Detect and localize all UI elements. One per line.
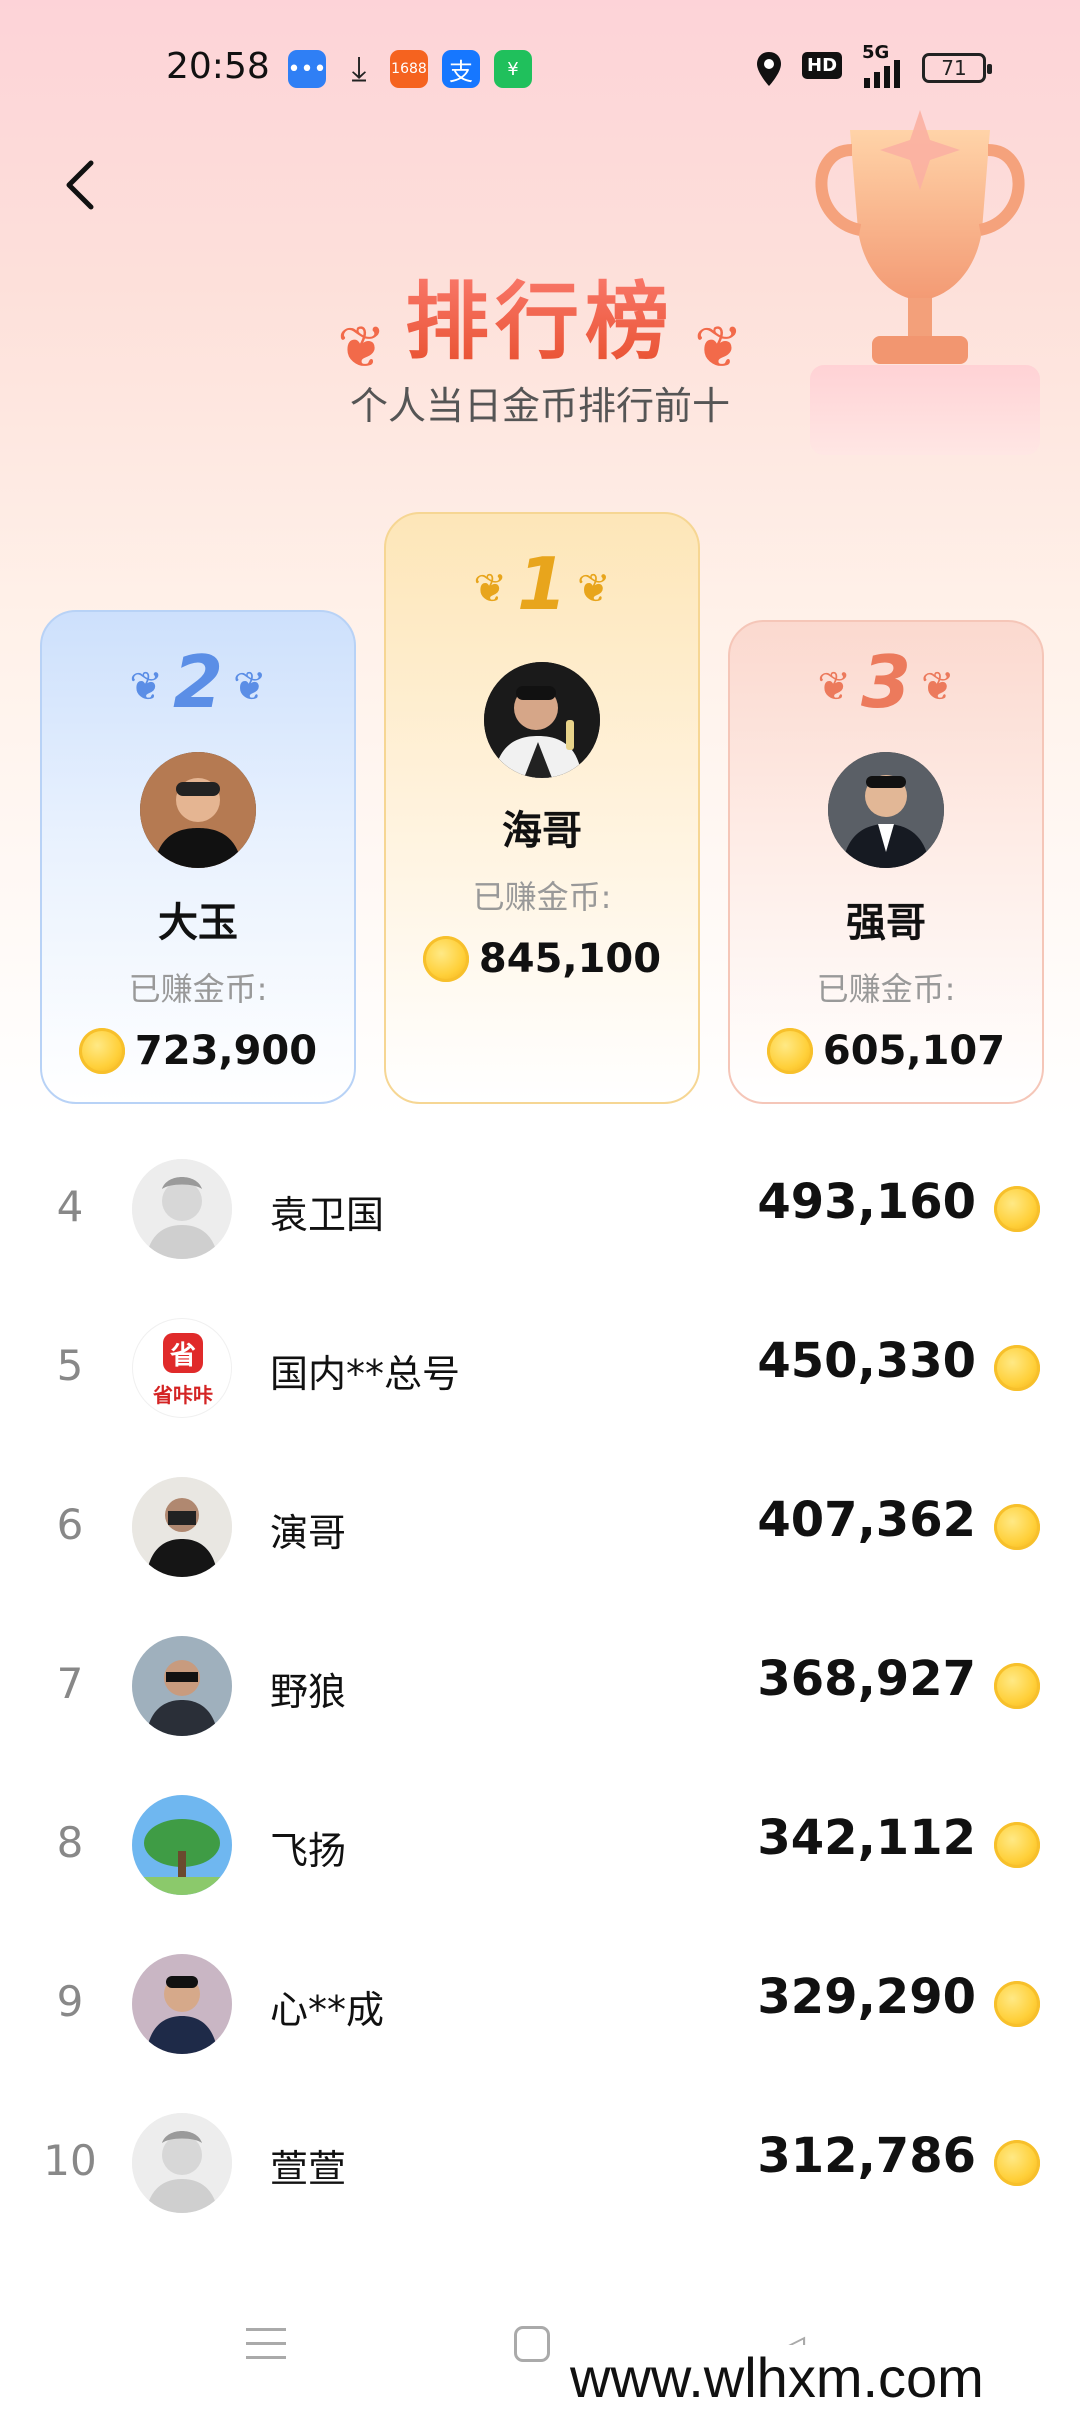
list-item[interactable]: 5 省 省咔咔 国内**总号 450,330 bbox=[0, 1293, 1080, 1443]
list-coins: 368,927 bbox=[757, 1651, 976, 1707]
list-name: 萱萱 bbox=[270, 2147, 347, 2191]
hd-badge: HD bbox=[802, 52, 843, 79]
coin-icon bbox=[422, 936, 469, 982]
page-subtitle: 个人当日金币排行前十 bbox=[349, 384, 730, 428]
list-rank: 5 bbox=[56, 1341, 84, 1390]
back-button[interactable] bbox=[55, 150, 105, 220]
laurel-icon: ❦ bbox=[233, 664, 267, 711]
podium-card-rank-1[interactable]: ❦ 1 ❦ 海哥 已赚金币: 845,100 bbox=[384, 512, 700, 1104]
avatar bbox=[828, 752, 944, 868]
podium-rank-number: 1 bbox=[516, 542, 568, 626]
coin-icon bbox=[994, 1822, 1040, 1868]
avatar bbox=[132, 1159, 232, 1259]
avatar bbox=[484, 662, 600, 778]
coin-icon bbox=[994, 2140, 1040, 2186]
list-rank: 6 bbox=[56, 1500, 84, 1549]
laurel-right-icon: ❦ bbox=[694, 312, 743, 381]
list-item[interactable]: 7 野狼 368,927 bbox=[0, 1611, 1080, 1761]
list-name: 国内**总号 bbox=[270, 1352, 461, 1396]
coin-icon bbox=[766, 1028, 813, 1074]
list-item[interactable]: 9 心**成 329,290 bbox=[0, 1929, 1080, 2079]
avatar bbox=[132, 1636, 232, 1736]
list-rank: 9 bbox=[56, 1977, 84, 2026]
laurel-icon: ❦ bbox=[577, 566, 611, 613]
list-item[interactable]: 8 飞扬 342,112 bbox=[0, 1770, 1080, 1920]
list-rank: 10 bbox=[43, 2136, 97, 2185]
avatar bbox=[132, 1954, 232, 2054]
download-icon: ⤓ bbox=[351, 49, 367, 89]
laurel-icon: ❦ bbox=[473, 566, 507, 613]
battery-icon: 71 bbox=[922, 53, 992, 83]
earned-label: 已赚金币: bbox=[128, 970, 268, 1008]
avatar bbox=[132, 2113, 232, 2213]
podium-coins: 845,100 bbox=[386, 936, 698, 982]
podium-name: 海哥 bbox=[502, 808, 582, 854]
list-coins: 450,330 bbox=[757, 1333, 976, 1389]
list-name: 心**成 bbox=[270, 1988, 385, 2032]
list-coins: 312,786 bbox=[757, 2128, 976, 2184]
avatar: 省 省咔咔 bbox=[132, 1318, 232, 1418]
alipay-icon: 支 bbox=[442, 50, 480, 88]
list-rank: 4 bbox=[56, 1182, 84, 1231]
list-rank: 7 bbox=[56, 1659, 84, 1708]
podium-card-rank-2[interactable]: ❦ 2 ❦ 大玉 已赚金币: 723,900 bbox=[40, 610, 356, 1104]
laurel-left-icon: ❦ bbox=[337, 312, 386, 381]
podium-rank-badge: ❦ 3 ❦ bbox=[730, 640, 1042, 724]
laurel-icon: ❦ bbox=[817, 664, 851, 711]
list-coins: 342,112 bbox=[757, 1810, 976, 1866]
list-name: 演哥 bbox=[270, 1511, 347, 1555]
list-item[interactable]: 10 萱萱 312,786 bbox=[0, 2088, 1080, 2238]
signal-icon bbox=[864, 60, 900, 88]
earned-label: 已赚金币: bbox=[816, 970, 956, 1008]
coin-icon bbox=[994, 1504, 1040, 1550]
laurel-icon: ❦ bbox=[129, 664, 163, 711]
recent-apps-button[interactable] bbox=[246, 2328, 286, 2362]
avatar bbox=[132, 1795, 232, 1895]
status-bar: 20:58 ••• ⤓ 1688 支 ¥ HD 5G 71 bbox=[0, 40, 1080, 100]
list-item[interactable]: 4 袁卫国 493,160 bbox=[0, 1134, 1080, 1284]
wechat-pay-icon: ¥ bbox=[494, 50, 532, 88]
podium-rank-number: 3 bbox=[860, 640, 912, 724]
list-name: 飞扬 bbox=[270, 1829, 347, 1873]
list-name: 袁卫国 bbox=[270, 1193, 385, 1237]
earned-label: 已赚金币: bbox=[472, 878, 612, 916]
coin-amount: 845,100 bbox=[478, 936, 662, 982]
podium-rank-badge: ❦ 1 ❦ bbox=[386, 542, 698, 626]
coin-icon bbox=[78, 1028, 125, 1074]
app-logo-text: 省咔咔 bbox=[153, 1383, 213, 1407]
location-icon bbox=[757, 52, 781, 86]
coin-amount: 605,107 bbox=[822, 1028, 1006, 1074]
avatar bbox=[140, 752, 256, 868]
title-row: ❦ 排行榜 ❦ bbox=[0, 255, 1080, 381]
coin-icon bbox=[994, 1663, 1040, 1709]
laurel-icon: ❦ bbox=[921, 664, 955, 711]
coin-amount: 723,900 bbox=[134, 1028, 318, 1074]
coin-icon bbox=[994, 1345, 1040, 1391]
chevron-left-icon bbox=[66, 160, 94, 210]
coin-icon bbox=[994, 1186, 1040, 1232]
status-time: 20:58 bbox=[166, 46, 270, 87]
podium-name: 强哥 bbox=[846, 900, 926, 946]
message-app-icon: ••• bbox=[288, 50, 326, 88]
list-item[interactable]: 6 演哥 407,362 bbox=[0, 1452, 1080, 1602]
podium-rank-badge: ❦ 2 ❦ bbox=[42, 640, 354, 724]
list-name: 野狼 bbox=[270, 1670, 347, 1714]
1688-app-icon: 1688 bbox=[390, 50, 428, 88]
avatar bbox=[132, 1477, 232, 1577]
coin-icon bbox=[994, 1981, 1040, 2027]
home-button[interactable] bbox=[514, 2326, 550, 2362]
list-coins: 407,362 bbox=[757, 1492, 976, 1548]
list-coins: 329,290 bbox=[757, 1969, 976, 2025]
list-rank: 8 bbox=[56, 1818, 84, 1867]
podium-card-rank-3[interactable]: ❦ 3 ❦ 强哥 已赚金币: 605,107 bbox=[728, 620, 1044, 1104]
podium-coins: 723,900 bbox=[42, 1028, 354, 1074]
podium-rank-number: 2 bbox=[172, 640, 224, 724]
podium-coins: 605,107 bbox=[730, 1028, 1042, 1074]
list-coins: 493,160 bbox=[757, 1174, 976, 1230]
page-title: 排行榜 bbox=[404, 273, 675, 371]
watermark: www.wlhxm.com bbox=[560, 2345, 994, 2410]
podium-name: 大玉 bbox=[158, 900, 238, 946]
